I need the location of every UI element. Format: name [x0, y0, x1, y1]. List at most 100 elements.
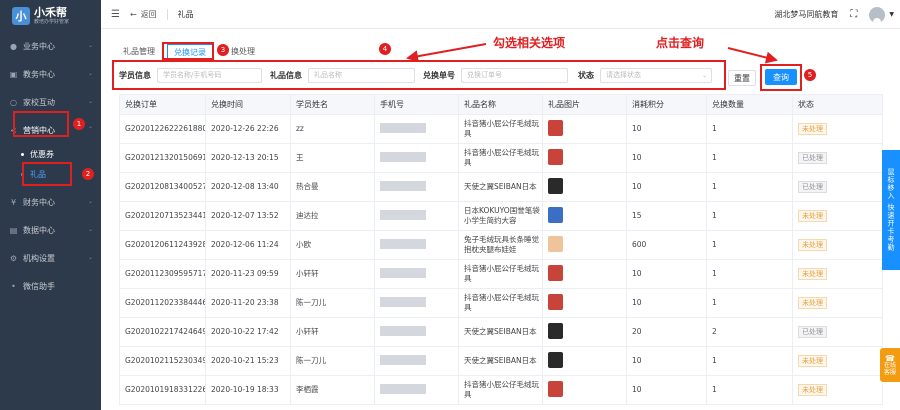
order-cell: G20201120233844467 — [119, 288, 206, 318]
online-label: 在线 — [883, 361, 896, 369]
redacted-phone — [380, 325, 426, 336]
status-cell: 已处理 — [792, 317, 883, 347]
name-cell: 迪达拉 — [290, 201, 375, 231]
qty-cell: 1 — [706, 230, 793, 260]
order-cell: G20201021152303498 — [119, 346, 206, 376]
gift-name-cell: 天使之翼SEIBAN日本 — [458, 317, 543, 347]
gift-image-cell — [542, 288, 627, 318]
status-badge: 未处理 — [798, 123, 827, 135]
online-support-button[interactable]: ☎ 在线 客服 — [880, 348, 900, 382]
status-badge: 未处理 — [798, 268, 827, 280]
exchange-table: 兑换订单 兑换时间 学员姓名 手机号 礼品名称 礼品图片 消耗积分 兑换数量 状… — [119, 94, 883, 405]
order-cell: G20201213201506913 — [119, 143, 206, 173]
table-row: G20201120233844467 2020-11-20 23:38 陈一刀儿 抖音… — [119, 288, 883, 318]
gift-thumbnail[interactable] — [548, 264, 563, 281]
qty-cell: 1 — [706, 143, 793, 173]
table-row: G20201021152303498 2020-10-21 15:23 陈一刀儿 天使… — [119, 346, 883, 376]
status-cell: 未处理 — [792, 201, 883, 231]
name-cell: 李栖霞 — [290, 375, 375, 405]
table-row: G20201019183312264 2020-10-19 18:33 李栖霞 抖音猪… — [119, 375, 883, 405]
col-header: 兑换时间 — [205, 94, 291, 115]
name-cell: 陈一刀儿 — [290, 288, 375, 318]
table-row: G20201022174246496 2020-10-22 17:42 小轩轩 天使之… — [119, 317, 883, 347]
gift-image-cell — [542, 172, 627, 202]
name-cell: 陈一刀儿 — [290, 346, 375, 376]
points-cell: 600 — [626, 230, 707, 260]
support-label: 客服 — [883, 368, 896, 376]
status-cell: 未处理 — [792, 114, 883, 144]
table-row: G20201213201506913 2020-12-13 20:15 王 抖音猪小屁… — [119, 143, 883, 173]
col-header: 兑换数量 — [706, 94, 793, 115]
status-badge: 未处理 — [798, 210, 827, 222]
gift-image-cell — [542, 114, 627, 144]
name-cell: 热合曼 — [290, 172, 375, 202]
order-cell: G20201207135234416 — [119, 201, 206, 231]
redacted-phone — [380, 296, 426, 307]
status-badge: 未处理 — [798, 297, 827, 309]
table-header-row: 兑换订单 兑换时间 学员姓名 手机号 礼品名称 礼品图片 消耗积分 兑换数量 状… — [119, 94, 883, 115]
gift-name-cell: 抖音猪小屁公仔毛绒玩具 — [458, 375, 543, 405]
redacted-phone — [380, 151, 426, 162]
gift-image-cell — [542, 375, 627, 405]
time-cell: 2020-12-13 20:15 — [205, 143, 291, 173]
gift-thumbnail[interactable] — [548, 119, 563, 136]
points-cell: 15 — [626, 201, 707, 231]
gift-image-cell — [542, 143, 627, 173]
redacted-phone — [380, 238, 426, 249]
gift-thumbnail[interactable] — [548, 148, 563, 165]
time-cell: 2020-12-06 11:24 — [205, 230, 291, 260]
status-badge: 未处理 — [798, 384, 827, 396]
qty-cell: 1 — [706, 375, 793, 405]
gift-thumbnail[interactable] — [548, 206, 563, 223]
phone-cell — [374, 259, 459, 289]
gift-image-cell — [542, 346, 627, 376]
order-cell: G20201226222618802 — [119, 114, 206, 144]
phone-cell — [374, 317, 459, 347]
col-header: 消耗积分 — [626, 94, 707, 115]
time-cell: 2020-10-22 17:42 — [205, 317, 291, 347]
phone-cell — [374, 230, 459, 260]
gift-thumbnail[interactable] — [548, 293, 563, 310]
order-cell: G20201019183312264 — [119, 375, 206, 405]
gift-thumbnail[interactable] — [548, 235, 563, 252]
col-header: 状态 — [792, 94, 883, 115]
phone-cell — [374, 201, 459, 231]
time-cell: 2020-10-21 15:23 — [205, 346, 291, 376]
gift-name-cell: 抖音猪小屁公仔毛绒玩具 — [458, 288, 543, 318]
table-row: G20201123095957173 2020-11-23 09:59 小轩轩 抖音猪… — [119, 259, 883, 289]
status-badge: 未处理 — [798, 239, 827, 251]
points-cell: 10 — [626, 172, 707, 202]
name-cell: 小欧 — [290, 230, 375, 260]
col-header: 礼品图片 — [542, 94, 627, 115]
gift-thumbnail[interactable] — [548, 322, 563, 339]
gift-thumbnail[interactable] — [548, 351, 563, 368]
redacted-phone — [380, 180, 426, 191]
table-row: G20201207135234416 2020-12-07 13:52 迪达拉 日本K… — [119, 201, 883, 231]
gift-name-cell: 抖音猪小屁公仔毛绒玩具 — [458, 259, 543, 289]
redacted-phone — [380, 209, 426, 220]
status-badge: 未处理 — [798, 355, 827, 367]
phone-cell — [374, 114, 459, 144]
support-icon: ☎ — [885, 353, 895, 363]
table-row: G20201208134005275 2020-12-08 13:40 热合曼 天使之… — [119, 172, 883, 202]
quick-checkin-tab[interactable]: 鼠标移入 快速开卡考勤 — [882, 150, 900, 270]
time-cell: 2020-12-07 13:52 — [205, 201, 291, 231]
status-cell: 未处理 — [792, 259, 883, 289]
arrow-to-filter — [406, 43, 487, 63]
gift-thumbnail[interactable] — [548, 380, 563, 397]
qty-cell: 1 — [706, 172, 793, 202]
status-cell: 未处理 — [792, 375, 883, 405]
status-badge: 已处理 — [798, 152, 827, 164]
col-header: 手机号 — [374, 94, 459, 115]
gift-image-cell — [542, 259, 627, 289]
points-cell: 10 — [626, 375, 707, 405]
gift-thumbnail[interactable] — [548, 177, 563, 194]
time-cell: 2020-10-19 18:33 — [205, 375, 291, 405]
status-cell: 未处理 — [792, 288, 883, 318]
points-cell: 20 — [626, 317, 707, 347]
status-badge: 已处理 — [798, 326, 827, 338]
gift-image-cell — [542, 317, 627, 347]
col-header: 礼品名称 — [458, 94, 543, 115]
gift-name-cell: 天使之翼SEIBAN日本 — [458, 346, 543, 376]
qty-cell: 1 — [706, 346, 793, 376]
